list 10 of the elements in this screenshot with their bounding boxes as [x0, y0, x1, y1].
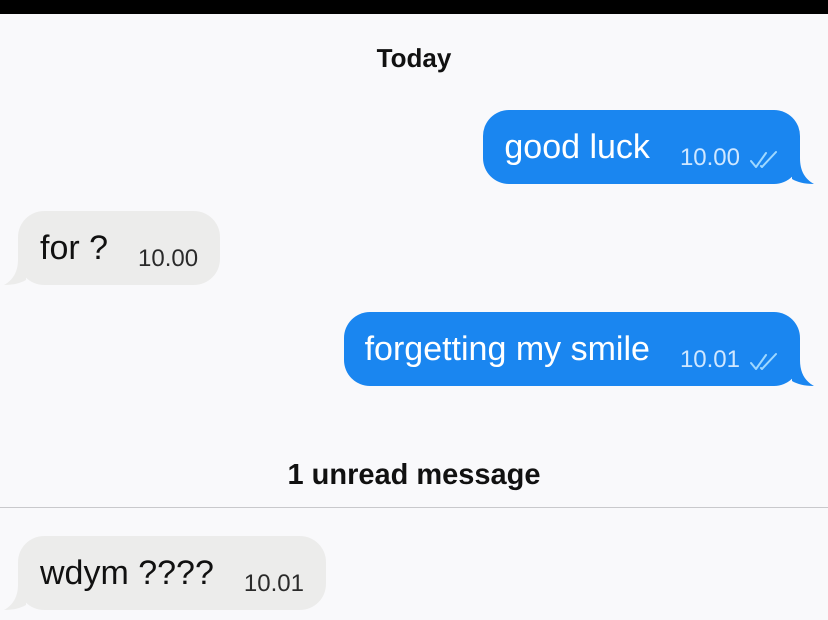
- unread-label: 1 unread message: [287, 458, 541, 492]
- message-text: for ?: [40, 228, 108, 268]
- date-label: Today: [376, 43, 452, 73]
- message-text: forgetting my smile: [364, 329, 650, 369]
- message-time: 10.01: [680, 346, 740, 374]
- message-time: 10.00: [680, 144, 740, 172]
- message-time: 10.01: [244, 570, 304, 598]
- message-time: 10.00: [138, 245, 198, 273]
- message-text: good luck: [504, 127, 650, 167]
- message-text: wdym ????: [40, 553, 214, 593]
